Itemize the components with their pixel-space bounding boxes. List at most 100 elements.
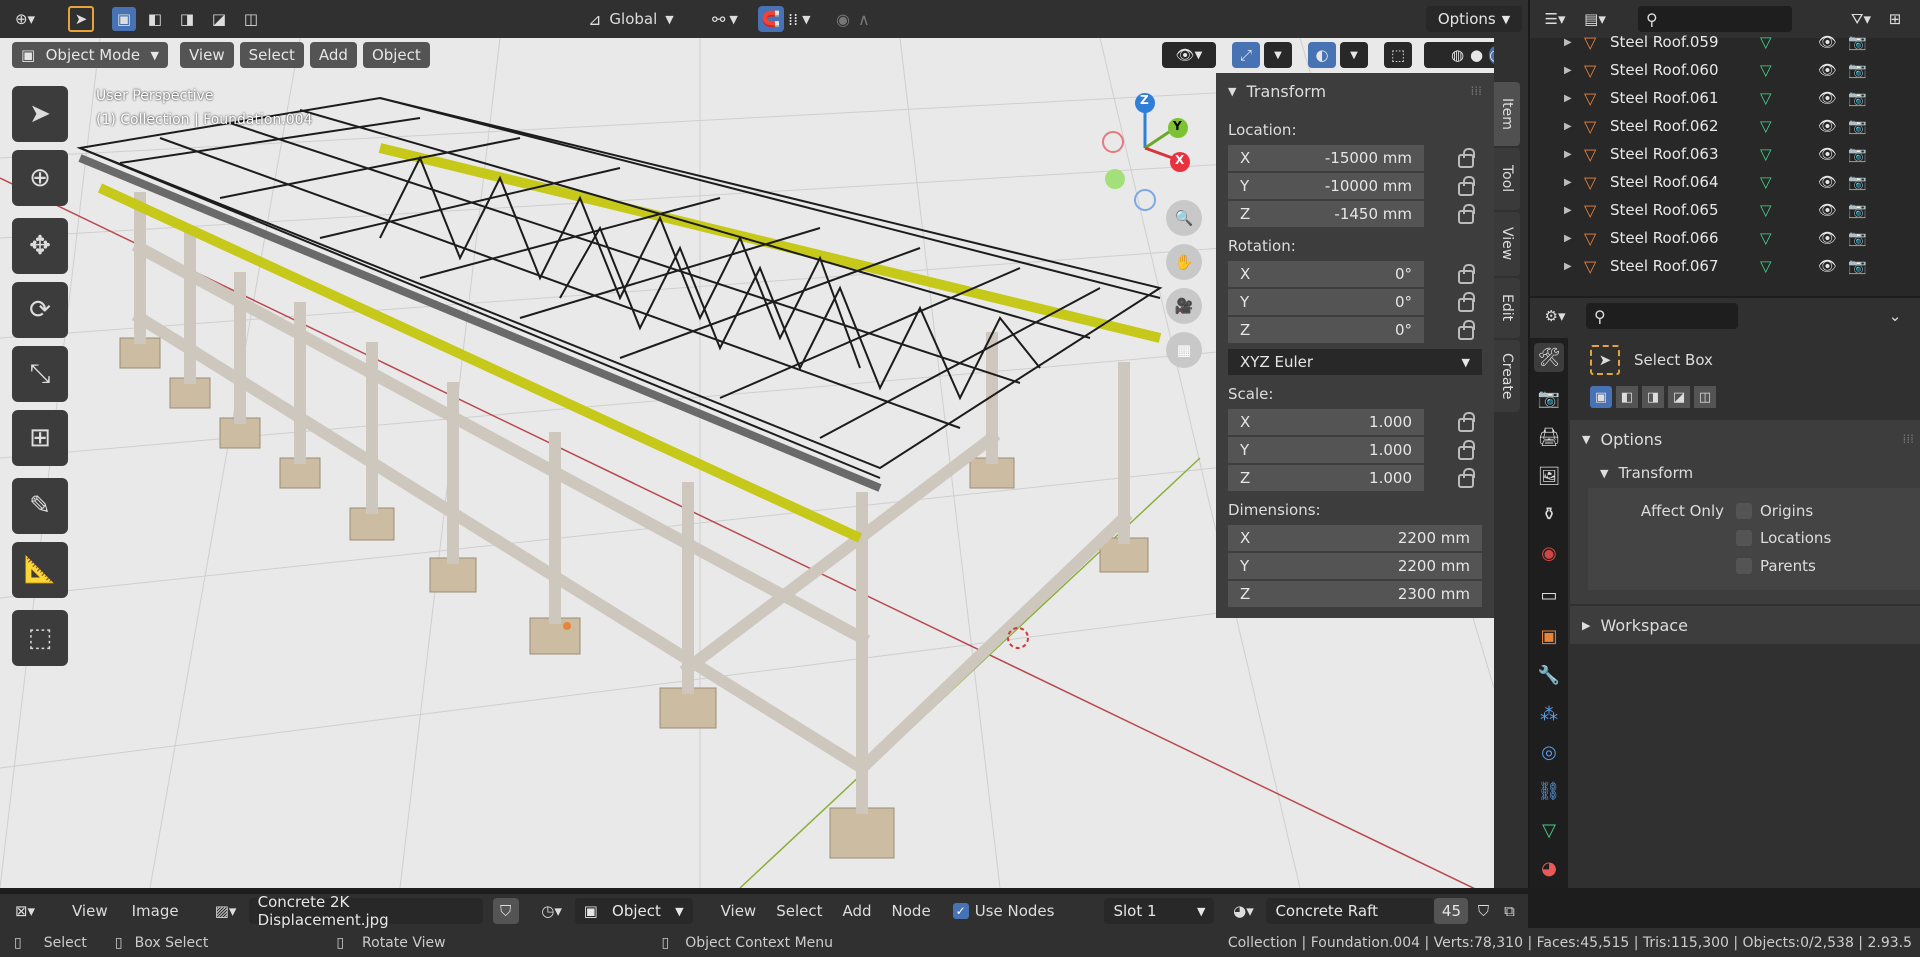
expand-arrow-icon[interactable]: ▶ [1564,93,1584,104]
transform-subpanel-header[interactable]: ▼ Transform [1570,458,1920,488]
menu-image[interactable]: Image [132,902,179,920]
mode-intersect-icon[interactable]: ◫ [1694,386,1716,408]
properties-search[interactable]: ⚲ [1586,303,1738,329]
expand-arrow-icon[interactable]: ▶ [1564,65,1584,76]
mode-extend-icon[interactable]: ◧ [1616,386,1638,408]
camera-render-icon[interactable]: 📷 [1848,257,1867,275]
options-panel-header[interactable]: ▼ Options ⁞⁞⁞ [1570,420,1920,458]
outliner-item-label[interactable]: Steel Roof.062 [1610,117,1760,135]
mode-dropdown[interactable]: ▣ Object Mode ▼ [12,42,168,68]
rotation-y-field[interactable]: Y 0° [1228,289,1424,315]
material-browse-icon[interactable]: ◕▾ [1230,898,1256,924]
world-tab-icon[interactable]: ◉ [1534,539,1564,568]
proportional-edit[interactable]: ◉ ∧ [836,10,870,29]
menu-add[interactable]: Add [309,42,357,68]
fake-user-shield-icon[interactable]: ⛉ [492,898,519,924]
overlay-toggle[interactable]: ◐ [1308,42,1336,68]
rotation-x-field[interactable]: X 0° [1228,261,1424,287]
slot-dropdown[interactable]: Slot 1 ▼ [1104,898,1215,924]
pan-hand-icon[interactable]: ✋ [1166,244,1202,280]
location-y-field[interactable]: Y -10000 mm [1228,173,1424,199]
outliner-item-label[interactable]: Steel Roof.064 [1610,173,1760,191]
chevron-down-icon[interactable]: ⌄ [1882,303,1908,329]
transform-panel-header[interactable]: ▼ Transform ⁞⁞⁞ [1216,73,1494,109]
shader-editor-icon[interactable]: ⊠▾ [12,898,38,924]
render-tab-icon[interactable]: 📷 [1534,385,1564,414]
image-browse-icon[interactable]: ▨▾ [213,898,239,924]
transform-tool-icon[interactable]: ⊞ [12,410,68,466]
dimension-y-field[interactable]: Y 2200 mm [1228,553,1482,579]
duplicate-material-icon[interactable]: ⧉ [1496,898,1522,924]
tab-tool[interactable]: Tool [1494,148,1520,210]
scale-y-field[interactable]: Y 1.000 [1228,437,1424,463]
mode-subtract-icon[interactable]: ◨ [1642,386,1664,408]
mode-subtract-icon[interactable]: ◨ [174,6,200,32]
outliner-item-label[interactable]: Steel Roof.068 [1610,285,1760,286]
lock-icon[interactable] [1458,468,1475,488]
eye-icon[interactable]: 👁 [1818,229,1848,247]
mesh-data-icon[interactable]: ▽ [1760,145,1818,163]
view-layer-tab-icon[interactable]: 🖼 [1534,462,1564,491]
viewport-3d[interactable]: User Perspective (1) Collection | Founda… [0,38,1494,888]
properties-editor-icon[interactable]: ⚙▾ [1542,303,1568,329]
outliner-row[interactable]: ▶ ▽ Steel Roof.063 ▽ 👁 📷 [1564,140,1920,168]
gizmo-toggle[interactable]: ⤢ [1232,42,1260,68]
menu-node[interactable]: Node [892,902,931,920]
scene-tab-icon[interactable]: ⚱ [1534,501,1564,530]
perspective-grid-icon[interactable]: ▦ [1166,332,1202,368]
outliner-item-label[interactable]: Steel Roof.061 [1610,89,1760,107]
rotation-mode-dropdown[interactable]: XYZ Euler ▼ [1228,349,1482,375]
tab-item[interactable]: Item [1494,82,1520,146]
rotation-z-field[interactable]: Z 0° [1228,317,1424,343]
eye-icon[interactable]: 👁 [1818,201,1848,219]
outliner-row[interactable]: ▶ ▽ Steel Roof.067 ▽ 👁 📷 [1564,252,1920,280]
outliner-row[interactable]: ▶ ▽ Steel Roof.064 ▽ 👁 📷 [1564,168,1920,196]
camera-render-icon[interactable]: 📷 [1848,61,1867,79]
lock-icon[interactable] [1458,292,1475,312]
particles-tab-icon[interactable]: ⁂ [1534,700,1564,729]
new-collection-icon[interactable]: ⊞ [1882,6,1908,32]
scale-z-field[interactable]: Z 1.000 [1228,465,1424,491]
mesh-data-icon[interactable]: ▽ [1760,257,1818,275]
outliner-item-label[interactable]: Steel Roof.067 [1610,257,1760,275]
expand-arrow-icon[interactable]: ▶ [1564,233,1584,244]
cursor-tool-icon[interactable]: ⊕ [12,150,68,206]
lock-icon[interactable] [1458,412,1475,432]
object-type-dropdown[interactable]: ▣ Object ▼ [574,898,693,924]
menu-add-2[interactable]: Add [842,902,871,920]
editor-type-icon[interactable]: ⊕▾ [12,6,38,32]
mesh-data-icon[interactable]: ▽ [1760,229,1818,247]
outliner-search[interactable]: ⚲ [1638,6,1792,32]
snap-icon[interactable]: 🧲 [758,6,784,32]
mesh-data-icon[interactable]: ▽ [1760,285,1818,286]
mesh-data-icon[interactable]: ▽ [1760,33,1818,51]
eye-icon[interactable]: 👁 [1818,285,1848,286]
gizmo-dropdown[interactable]: ▼ [1264,42,1292,68]
workspace-panel-header[interactable]: ▶ Workspace [1570,606,1920,644]
expand-arrow-icon[interactable]: ▶ [1564,37,1584,48]
mode-intersect-icon[interactable]: ◫ [238,6,264,32]
expand-arrow-icon[interactable]: ▶ [1564,177,1584,188]
menu-view[interactable]: View [180,42,234,68]
outliner-item-label[interactable]: Steel Roof.065 [1610,201,1760,219]
mesh-data-icon[interactable]: ▽ [1760,61,1818,79]
outliner-item-label[interactable]: Steel Roof.063 [1610,145,1760,163]
eye-icon[interactable]: 👁 [1818,257,1848,275]
filter-icon[interactable]: ⛛▾ [1848,6,1874,32]
outliner-row[interactable]: ▶ ▽ Steel Roof.060 ▽ 👁 📷 [1564,56,1920,84]
menu-select[interactable]: Select [239,42,304,68]
outliner-item-label[interactable]: Steel Roof.059 [1610,33,1760,51]
eye-icon[interactable]: 👁 [1818,117,1848,135]
parents-checkbox[interactable] [1736,558,1752,574]
mode-invert-icon[interactable]: ◪ [206,6,232,32]
modifier-tab-icon[interactable]: 🔧 [1534,661,1564,690]
location-z-field[interactable]: Z -1450 mm [1228,201,1424,227]
lock-icon[interactable] [1458,148,1475,168]
lock-icon[interactable] [1458,176,1475,196]
tab-create[interactable]: Create [1494,340,1520,412]
menu-view-2[interactable]: View [721,902,757,920]
add-cube-tool-icon[interactable]: ⬚ [12,610,68,666]
eye-icon[interactable]: 👁 [1818,173,1848,191]
outliner-row[interactable]: ▶ ▽ Steel Roof.059 ▽ 👁 📷 [1564,28,1920,56]
pivot-dropdown[interactable]: ⚯ ▼ [712,10,738,29]
